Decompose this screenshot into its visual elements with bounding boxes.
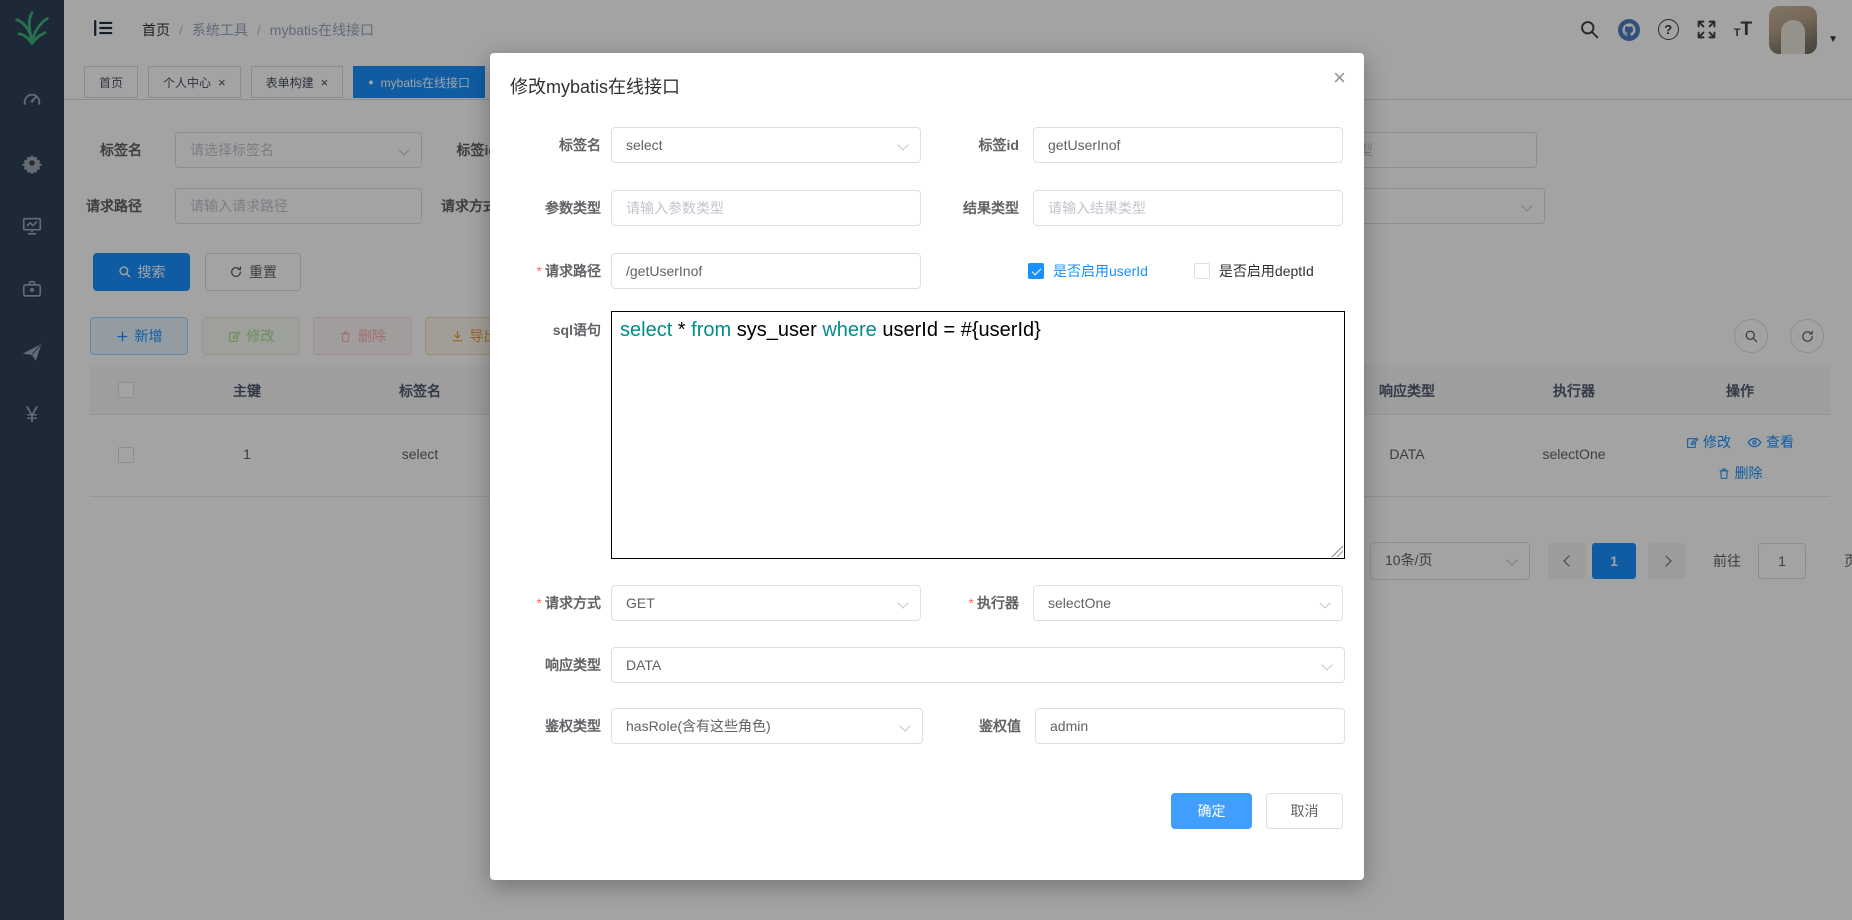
tag-name-select[interactable]: select xyxy=(611,127,921,163)
chevron-down-icon xyxy=(899,720,910,731)
sql-code: select * from sys_user where userId = #{… xyxy=(620,317,1336,344)
response-type-label: 响应类型 xyxy=(490,647,611,683)
auth-type-label: 鉴权类型 xyxy=(490,708,611,744)
executor-select[interactable]: selectOne xyxy=(1033,585,1343,621)
chevron-down-icon xyxy=(897,597,908,608)
dialog-title: 修改mybatis在线接口 xyxy=(510,73,680,99)
auth-value-label: 鉴权值 xyxy=(923,708,1035,744)
resize-handle[interactable] xyxy=(1331,545,1343,557)
cancel-button[interactable]: 取消 xyxy=(1266,793,1343,829)
confirm-button[interactable]: 确定 xyxy=(1171,793,1252,829)
checkbox-icon xyxy=(1194,263,1210,279)
checkbox-icon xyxy=(1028,263,1044,279)
chevron-down-icon xyxy=(897,139,908,150)
tag-id-label: 标签id xyxy=(921,127,1033,163)
sql-editor[interactable]: select * from sys_user where userId = #{… xyxy=(611,311,1345,559)
req-method-select[interactable]: GET xyxy=(611,585,921,621)
edit-mybatis-dialog: 修改mybatis在线接口 × 标签名 select 标签id 参数类型 结果类… xyxy=(490,53,1364,880)
response-type-select[interactable]: DATA xyxy=(611,647,1345,683)
result-type-input[interactable] xyxy=(1033,190,1343,226)
chevron-down-icon xyxy=(1319,597,1330,608)
param-type-label: 参数类型 xyxy=(490,190,611,226)
result-type-label: 结果类型 xyxy=(921,190,1033,226)
tag-id-input[interactable] xyxy=(1033,127,1343,163)
chevron-down-icon xyxy=(1321,659,1332,670)
auth-type-select[interactable]: hasRole(含有这些角色) xyxy=(611,708,923,744)
sql-label: sql语句 xyxy=(490,311,611,341)
enable-userid-checkbox[interactable]: 是否启用userId xyxy=(1028,261,1148,281)
req-method-label: *请求方式 xyxy=(490,585,611,621)
executor-label: *执行器 xyxy=(921,585,1033,621)
req-path-label: *请求路径 xyxy=(490,253,611,289)
param-type-input[interactable] xyxy=(611,190,921,226)
close-icon[interactable]: × xyxy=(1333,67,1346,89)
req-path-input[interactable] xyxy=(611,253,921,289)
auth-value-input[interactable] xyxy=(1035,708,1345,744)
tag-name-label: 标签名 xyxy=(490,127,611,163)
enable-deptid-checkbox[interactable]: 是否启用deptId xyxy=(1194,261,1314,281)
